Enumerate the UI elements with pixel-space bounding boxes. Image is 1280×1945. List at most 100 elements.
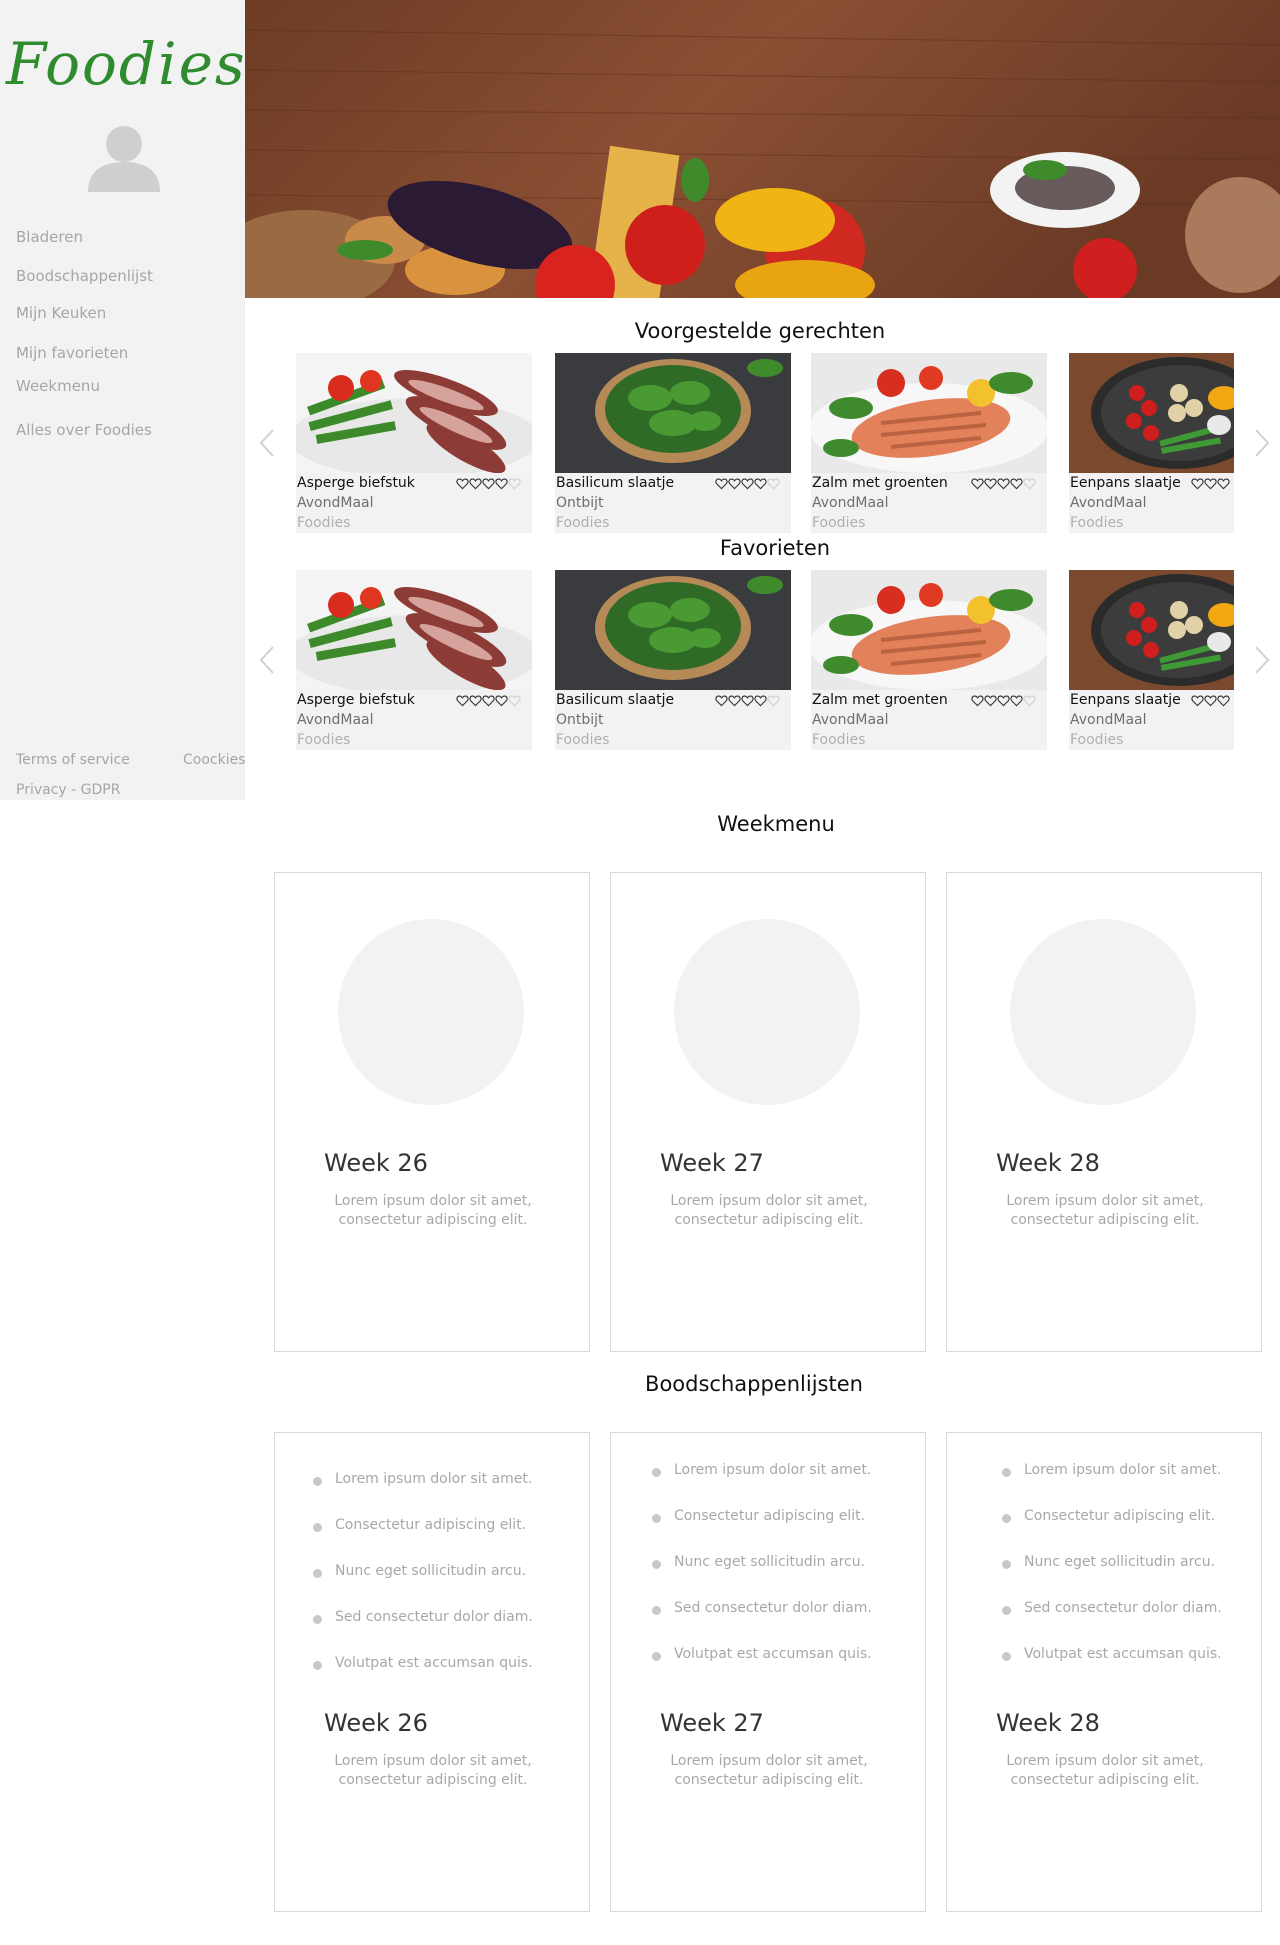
shopping-list-item[interactable]: Volutpat est accumsan quis. bbox=[674, 1646, 872, 1662]
heart-icon[interactable] bbox=[456, 694, 469, 707]
recipe-card[interactable]: Eenpans slaatje AvondMaal Foodies bbox=[1069, 570, 1234, 750]
shopping-list-item[interactable]: Nunc eget sollicitudin arcu. bbox=[335, 1563, 526, 1579]
recipe-card[interactable]: Asperge biefstuk AvondMaal Foodies bbox=[296, 353, 532, 533]
shopping-list-item[interactable]: Sed consectetur dolor diam. bbox=[335, 1609, 533, 1625]
heart-icon[interactable] bbox=[754, 477, 767, 490]
shopping-list-card[interactable]: Lorem ipsum dolor sit amet. Consectetur a… bbox=[274, 1432, 590, 1912]
shopping-list-item[interactable]: Consectetur adipiscing elit. bbox=[335, 1517, 526, 1533]
shopping-list-item[interactable]: Sed consectetur dolor diam. bbox=[1024, 1600, 1222, 1616]
heart-icon[interactable] bbox=[1010, 694, 1023, 707]
heart-icon[interactable] bbox=[469, 477, 482, 490]
dish-name: Basilicum slaatje bbox=[556, 475, 675, 491]
heart-icon[interactable] bbox=[754, 694, 767, 707]
chevron-left-icon[interactable] bbox=[258, 428, 276, 458]
heart-icon[interactable] bbox=[715, 694, 728, 707]
user-avatar-icon[interactable] bbox=[86, 124, 162, 192]
shopping-list-item[interactable]: Nunc eget sollicitudin arcu. bbox=[674, 1554, 865, 1570]
heart-icon[interactable] bbox=[495, 694, 508, 707]
heart-icon[interactable] bbox=[508, 477, 521, 490]
recipe-card[interactable]: Zalm met groenten AvondMaal Foodies bbox=[811, 570, 1047, 750]
dish-photo-frame bbox=[811, 353, 1047, 473]
heart-icon[interactable] bbox=[1023, 477, 1036, 490]
heart-icon[interactable] bbox=[1204, 694, 1217, 707]
heart-icon[interactable] bbox=[728, 694, 741, 707]
shopping-list-item[interactable]: Volutpat est accumsan quis. bbox=[335, 1655, 533, 1671]
nav-boodschappenlijst[interactable]: Boodschappenlijst bbox=[16, 267, 153, 285]
chevron-right-icon[interactable] bbox=[1253, 428, 1271, 458]
heart-icon[interactable] bbox=[997, 694, 1010, 707]
heart-icon[interactable] bbox=[997, 477, 1010, 490]
shopping-list-item[interactable]: Nunc eget sollicitudin arcu. bbox=[1024, 1554, 1215, 1570]
dish-photo[interactable] bbox=[811, 353, 1047, 473]
heart-icon[interactable] bbox=[1191, 694, 1204, 707]
shopping-list-item[interactable]: Consectetur adipiscing elit. bbox=[674, 1508, 865, 1524]
recipe-card[interactable]: Asperge biefstuk AvondMaal Foodies bbox=[296, 570, 532, 750]
recipe-card[interactable]: Eenpans slaatje AvondMaal Foodies bbox=[1069, 353, 1234, 533]
rating-hearts[interactable] bbox=[715, 694, 780, 710]
heart-icon[interactable] bbox=[1191, 477, 1204, 490]
weekmenu-card[interactable]: Week 27 Lorem ipsum dolor sit amet, cons… bbox=[610, 872, 926, 1352]
rating-hearts[interactable] bbox=[456, 694, 521, 710]
nav-bladeren[interactable]: Bladeren bbox=[16, 228, 83, 246]
weekmenu-card[interactable]: Week 26 Lorem ipsum dolor sit amet, cons… bbox=[274, 872, 590, 1352]
dish-photo[interactable] bbox=[555, 570, 791, 690]
rating-hearts[interactable] bbox=[456, 477, 521, 493]
shopping-list-card[interactable]: Lorem ipsum dolor sit amet. Consectetur a… bbox=[946, 1432, 1262, 1912]
chevron-left-icon[interactable] bbox=[258, 645, 276, 675]
heart-icon[interactable] bbox=[728, 477, 741, 490]
dish-source: Foodies bbox=[297, 732, 351, 748]
heart-icon[interactable] bbox=[469, 694, 482, 707]
heart-icon[interactable] bbox=[1217, 694, 1230, 707]
recipe-card[interactable]: Basilicum slaatje Ontbijt Foodies bbox=[555, 570, 791, 750]
cookies-link[interactable]: Coockies bbox=[183, 752, 246, 768]
rating-hearts[interactable] bbox=[971, 694, 1036, 710]
heart-icon[interactable] bbox=[767, 694, 780, 707]
heart-icon[interactable] bbox=[715, 477, 728, 490]
recipe-card[interactable]: Zalm met groenten AvondMaal Foodies bbox=[811, 353, 1047, 533]
heart-icon[interactable] bbox=[508, 694, 521, 707]
privacy-gdpr-link[interactable]: Privacy - GDPR bbox=[16, 782, 120, 798]
chevron-right-icon[interactable] bbox=[1253, 645, 1271, 675]
heart-icon[interactable] bbox=[984, 694, 997, 707]
weekmenu-card[interactable]: Week 28 Lorem ipsum dolor sit amet, cons… bbox=[946, 872, 1262, 1352]
dish-photo[interactable] bbox=[296, 570, 532, 690]
heart-icon[interactable] bbox=[1204, 477, 1217, 490]
heart-icon[interactable] bbox=[767, 477, 780, 490]
rating-hearts[interactable] bbox=[1191, 694, 1230, 710]
heart-icon[interactable] bbox=[971, 694, 984, 707]
heart-icon[interactable] bbox=[456, 477, 469, 490]
heart-icon[interactable] bbox=[971, 477, 984, 490]
weekmenu-title: Week 27 bbox=[660, 1149, 764, 1177]
heart-icon[interactable] bbox=[482, 694, 495, 707]
nav-mijn-favorieten[interactable]: Mijn favorieten bbox=[16, 344, 128, 362]
nav-mijn-keuken[interactable]: Mijn Keuken bbox=[16, 304, 106, 322]
dish-photo[interactable] bbox=[555, 353, 791, 473]
heart-icon[interactable] bbox=[482, 477, 495, 490]
heart-icon[interactable] bbox=[1010, 477, 1023, 490]
shopping-list-item[interactable]: Lorem ipsum dolor sit amet. bbox=[674, 1462, 871, 1478]
terms-of-service-link[interactable]: Terms of service bbox=[16, 752, 130, 768]
shopping-list-item[interactable]: Consectetur adipiscing elit. bbox=[1024, 1508, 1215, 1524]
nav-weekmenu[interactable]: Weekmenu bbox=[16, 377, 100, 395]
dish-photo[interactable] bbox=[1069, 353, 1234, 473]
heart-icon[interactable] bbox=[495, 477, 508, 490]
rating-hearts[interactable] bbox=[715, 477, 780, 493]
shopping-list-item[interactable]: Lorem ipsum dolor sit amet. bbox=[1024, 1462, 1221, 1478]
recipe-card[interactable]: Basilicum slaatje Ontbijt Foodies bbox=[555, 353, 791, 533]
shopping-list-item[interactable]: Lorem ipsum dolor sit amet. bbox=[335, 1471, 532, 1487]
dish-photo[interactable] bbox=[1069, 570, 1234, 690]
heart-icon[interactable] bbox=[1023, 694, 1036, 707]
foodies-logo[interactable]: Foodies bbox=[6, 30, 247, 98]
heart-icon[interactable] bbox=[741, 477, 754, 490]
rating-hearts[interactable] bbox=[971, 477, 1036, 493]
heart-icon[interactable] bbox=[1217, 477, 1230, 490]
heart-icon[interactable] bbox=[984, 477, 997, 490]
dish-photo[interactable] bbox=[811, 570, 1047, 690]
heart-icon[interactable] bbox=[741, 694, 754, 707]
shopping-list-card[interactable]: Lorem ipsum dolor sit amet. Consectetur a… bbox=[610, 1432, 926, 1912]
dish-photo[interactable] bbox=[296, 353, 532, 473]
rating-hearts[interactable] bbox=[1191, 477, 1230, 493]
nav-alles-over-foodies[interactable]: Alles over Foodies bbox=[16, 421, 152, 439]
shopping-list-item[interactable]: Volutpat est accumsan quis. bbox=[1024, 1646, 1222, 1662]
shopping-list-item[interactable]: Sed consectetur dolor diam. bbox=[674, 1600, 872, 1616]
